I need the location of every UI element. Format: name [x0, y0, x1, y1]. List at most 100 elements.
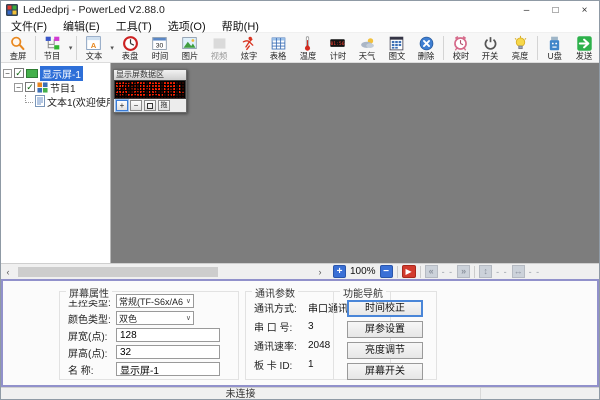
close-button[interactable]: × — [570, 1, 599, 19]
toolbar-text[interactable]: A 文本 — [80, 33, 109, 62]
preview-drag-button[interactable]: 拖 — [158, 100, 170, 111]
screen-height-input[interactable] — [116, 345, 220, 359]
separator — [474, 266, 475, 278]
scroll-right-icon[interactable]: › — [314, 266, 326, 278]
color-type-select[interactable]: 双色∨ — [116, 311, 194, 325]
page-indicator: - - — [442, 267, 454, 277]
move-horizontal-button[interactable]: ↔ — [512, 265, 525, 278]
maximize-button[interactable]: □ — [541, 1, 570, 19]
field-label: 串 口 号: — [254, 319, 308, 334]
checkbox-checked-icon[interactable]: ✓ — [25, 82, 35, 92]
led-scrolling-text: 欢迎使用L — [115, 81, 186, 98]
tree-item-screen[interactable]: − ✓ 显示屏-1 — [1, 66, 110, 80]
horizontal-scrollbar[interactable]: ‹ › — [1, 265, 327, 279]
menu-file[interactable]: 文件(F) — [3, 18, 55, 34]
toolbar-label: 表盘 — [122, 52, 139, 60]
move-vertical-button[interactable]: ↕ — [479, 265, 492, 278]
scroll-left-icon[interactable]: ‹ — [2, 266, 14, 278]
field-row: 屏高(点): — [60, 344, 238, 360]
toolbar-program[interactable]: 节目 — [38, 33, 67, 62]
screen-icon — [26, 69, 38, 78]
usb-drive-icon — [546, 35, 563, 52]
dial-clock-icon — [122, 35, 139, 52]
field-label: 通讯速率: — [254, 338, 308, 353]
chevron-down-icon[interactable]: ▾ — [67, 44, 74, 52]
toolbar-label: 亮度 — [512, 52, 529, 60]
app-window: LedJedprj - PowerLed V2.88.0 – □ × 文件(F)… — [0, 0, 600, 400]
controller-type-select[interactable]: 常规(TF-S6x/A6∨ — [116, 294, 194, 308]
preview-zoom-in-button[interactable]: + — [116, 100, 128, 111]
toolbar-label: 发送 — [576, 52, 593, 60]
size-indicator: - - — [529, 267, 541, 277]
toolbar-search-screen[interactable]: 查屏 — [4, 33, 33, 62]
position-indicator: - - — [496, 267, 508, 277]
toolbar-timer[interactable]: 01:56 计时 — [323, 33, 352, 62]
program-icon — [44, 35, 61, 52]
card-id-value: 1 — [308, 359, 314, 370]
preview-fit-button[interactable] — [144, 100, 156, 111]
toolbar-picture[interactable]: 图片 — [175, 33, 204, 62]
menu-edit[interactable]: 编辑(E) — [55, 18, 108, 34]
table-icon — [270, 35, 287, 52]
graphic-text-icon — [388, 35, 405, 52]
menu-tools[interactable]: 工具(T) — [108, 18, 160, 34]
weather-icon — [359, 35, 376, 52]
play-button[interactable]: ▶ — [402, 265, 416, 278]
toolbar-graphic-text[interactable]: 图文 — [382, 33, 411, 62]
led-preview-panel[interactable]: 显示屏数据区 欢迎使用L + − 拖 — [113, 69, 187, 113]
brightness-adjust-button[interactable]: 亮度调节 — [347, 342, 423, 359]
led-matrix-display[interactable]: 欢迎使用L — [114, 80, 186, 99]
tree-label-text[interactable]: 文本1(欢迎使用LED — [47, 94, 111, 109]
main-toolbar: 查屏 节目 ▾ A 文本 ▾ 表盘 30 时间 图片 视频 — [1, 33, 599, 63]
toolbar-switch[interactable]: 开关 — [476, 33, 505, 62]
toolbar-time[interactable]: 30 时间 — [146, 33, 175, 62]
toolbar-usb[interactable]: U盘 — [540, 33, 569, 62]
previous-button[interactable]: « — [425, 265, 438, 278]
preview-zoom-out-button[interactable]: − — [130, 100, 142, 111]
neon-text-icon — [240, 35, 257, 52]
toolbar-label: 校时 — [453, 52, 470, 60]
toolbar-time-sync[interactable]: 校时 — [447, 33, 476, 62]
screen-width-input[interactable] — [116, 328, 220, 342]
chevron-down-icon: ∨ — [183, 297, 191, 305]
collapse-toggle-icon[interactable]: − — [3, 69, 12, 78]
tree-item-text[interactable]: 文本1(欢迎使用LED — [1, 94, 110, 108]
text-page-icon — [35, 95, 45, 107]
separator — [397, 266, 398, 278]
field-row: 颜色类型: 双色∨ — [60, 310, 238, 326]
group-title: 屏幕属性 — [66, 285, 112, 300]
menu-options[interactable]: 选项(O) — [160, 18, 214, 34]
chevron-down-icon[interactable]: ▾ — [109, 44, 116, 52]
toolbar-send[interactable]: 发送 — [570, 33, 599, 62]
minimize-button[interactable]: – — [512, 1, 541, 19]
toolbar-weather[interactable]: 天气 — [353, 33, 382, 62]
next-button[interactable]: » — [457, 265, 470, 278]
zoom-in-button[interactable]: + — [333, 265, 346, 278]
toolbar-brightness[interactable]: 亮度 — [506, 33, 535, 62]
scrollbar-track[interactable] — [14, 266, 314, 278]
time-correction-button[interactable]: 时间校正 — [347, 300, 423, 317]
toolbar-dial[interactable]: 表盘 — [116, 33, 145, 62]
group-title: 通讯参数 — [252, 285, 298, 300]
text-icon: A — [85, 35, 102, 52]
screen-name-input[interactable] — [116, 362, 220, 376]
screen-params-button[interactable]: 屏参设置 — [347, 321, 423, 338]
scrollbar-thumb[interactable] — [18, 267, 218, 277]
tree-label-program[interactable]: 节目1 — [50, 80, 76, 95]
zoom-playback-controls: + 100% − ▶ « - - » ↕ - - ↔ - - — [327, 265, 540, 278]
preview-controls: + − 拖 — [114, 99, 186, 112]
tree-label-screen[interactable]: 显示屏-1 — [40, 66, 83, 81]
toolbar-neon-text[interactable]: 炫字 — [234, 33, 263, 62]
toolbar-temperature[interactable]: 温度 — [294, 33, 323, 62]
zoom-out-button[interactable]: − — [380, 265, 393, 278]
field-label: 屏高(点): — [68, 345, 116, 360]
collapse-toggle-icon[interactable]: − — [14, 83, 23, 92]
menu-help[interactable]: 帮助(H) — [214, 18, 267, 34]
toolbar-table[interactable]: 表格 — [264, 33, 293, 62]
toolbar-separator — [443, 36, 444, 60]
toolbar-delete[interactable]: 删除 — [412, 33, 441, 62]
checkbox-checked-icon[interactable]: ✓ — [14, 68, 24, 78]
toolbar-label: 查屏 — [10, 52, 27, 60]
screen-onoff-button[interactable]: 屏幕开关 — [347, 363, 423, 380]
tree-item-program[interactable]: − ✓ 节目1 — [1, 80, 110, 94]
